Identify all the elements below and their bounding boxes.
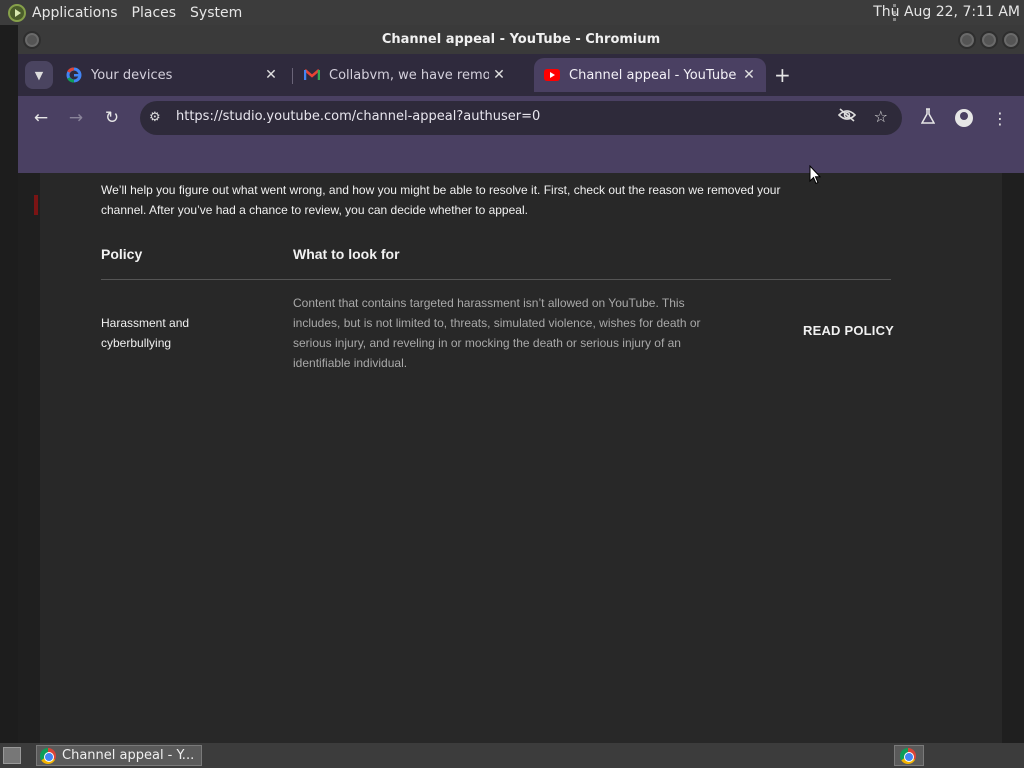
maximize-button[interactable] [980,31,998,49]
chevron-down-icon: ▼ [34,68,44,82]
menu-applications[interactable]: Applications [32,5,118,21]
google-icon [66,67,82,83]
url-text[interactable]: https://studio.youtube.com/channel-appea… [176,109,540,124]
menu-places[interactable]: Places [132,5,177,21]
gmail-icon [304,67,320,83]
distro-logo-icon[interactable] [8,3,26,22]
profile-button[interactable] [952,106,976,130]
browser-toolbar: ← → ↻ ⚙ https://studio.youtube.com/chann… [18,96,1024,140]
tab-search-button[interactable]: ▼ [25,61,53,89]
close-icon[interactable]: ✕ [489,67,509,83]
labs-button[interactable] [916,106,940,130]
taskbar: Channel appeal - Y... [0,743,1024,768]
tab-strip: ▼ Your devices ✕ Collabvm, we have remov… [18,54,1024,96]
policy-name: Harassment and cyberbullying [101,316,190,350]
divider [101,279,891,280]
site-info-icon[interactable]: ⚙ [149,110,165,126]
column-header-what-to-look-for: What to look for [293,246,400,262]
forward-button[interactable]: → [64,106,88,130]
read-policy-button[interactable]: READ POLICY [803,323,894,338]
task-label: Channel appeal - Y... [62,748,195,763]
policy-description: Content that contains targeted harassmen… [293,296,701,370]
window-title: Channel appeal - YouTube - Chromium [381,32,661,47]
red-accent [34,195,38,215]
desktop-edge [0,25,18,743]
tab-title: Your devices [91,67,173,83]
tray-chromium-button[interactable] [894,745,924,766]
chromium-icon [40,747,56,764]
arrow-right-icon: → [68,108,84,128]
left-gutter [18,173,40,743]
bookmark-star-icon[interactable]: ☆ [874,107,888,126]
reload-button[interactable]: ↻ [100,106,124,130]
chromium-icon [899,747,916,764]
eye-off-icon[interactable] [837,108,857,126]
kebab-menu-icon: ⋮ [992,108,1008,128]
back-button[interactable]: ← [29,106,53,130]
window-titlebar[interactable]: Channel appeal - YouTube - Chromium [18,25,1024,54]
flask-icon [920,108,936,128]
intro-text: We’ll help you figure out what went wron… [101,183,781,217]
close-icon[interactable]: ✕ [739,67,759,83]
clock[interactable]: Thu Aug 22, 7:11 AM [873,0,1020,25]
tab-separator [292,68,293,84]
show-desktop-icon[interactable] [3,747,21,764]
panel-menu: Applications Places System [0,0,256,25]
plus-icon: + [774,63,791,87]
column-header-policy: Policy [101,246,143,262]
new-tab-button[interactable]: + [774,63,791,87]
close-icon[interactable]: ✕ [261,67,281,83]
browser-window: Channel appeal - YouTube - Chromium ▼ Yo… [18,25,1024,743]
tab-title: Collabvm, we have removed [329,67,489,83]
youtube-icon [544,67,560,83]
tab-your-devices[interactable]: Your devices ✕ [56,58,286,92]
window-menu-button[interactable] [23,31,41,49]
top-panel: Applications Places System Thu Aug 22, 7… [0,0,1024,25]
menu-system[interactable]: System [190,5,242,21]
page-content: We’ll help you figure out what went wron… [18,173,1024,743]
reload-icon: ↻ [104,108,120,128]
tab-title: Channel appeal - YouTube [569,67,737,83]
menu-button[interactable]: ⋮ [988,106,1012,130]
tab-gmail[interactable]: Collabvm, we have removed ✕ [294,58,524,92]
info-bar [18,140,1024,173]
arrow-left-icon: ← [33,108,49,128]
minimize-button[interactable] [958,31,976,49]
taskbar-window-button[interactable]: Channel appeal - Y... [36,745,202,766]
tab-channel-appeal[interactable]: Channel appeal - YouTube ✕ [534,58,766,92]
close-window-button[interactable] [1002,31,1020,49]
right-gutter [1002,173,1024,743]
address-bar[interactable]: ⚙ https://studio.youtube.com/channel-app… [140,101,902,135]
account-icon [955,109,973,127]
